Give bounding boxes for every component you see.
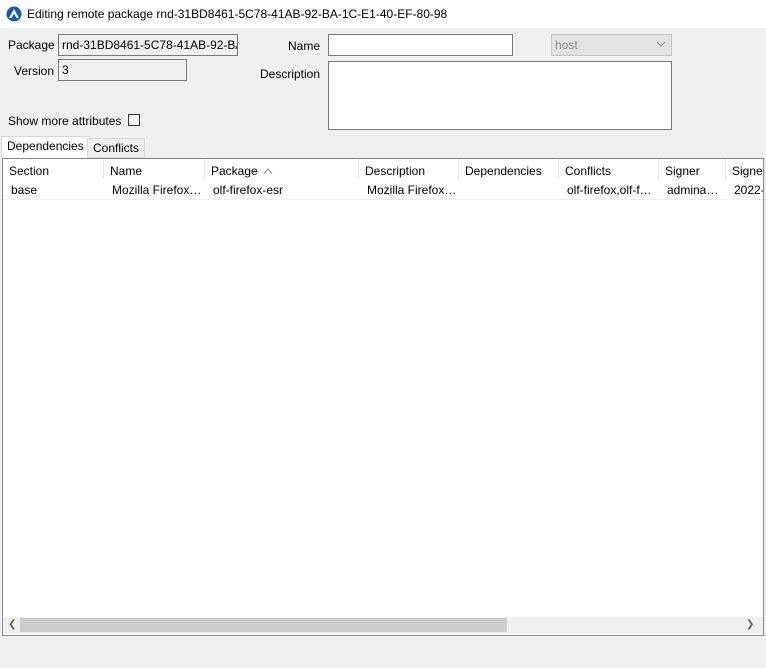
package-field[interactable]: rnd-31BD8461-5C78-41AB-92-BA (58, 34, 238, 56)
cell-description: Mozilla Firefox… (367, 183, 457, 197)
tab-conflicts[interactable]: Conflicts (87, 138, 146, 158)
scroll-left-icon[interactable]: ❮ (8, 619, 16, 630)
column-header-signed[interactable]: Signe (726, 159, 763, 179)
cell-name: Mozilla Firefox… (112, 183, 202, 197)
tab-dependencies-label: Dependencies (7, 139, 84, 153)
app-logo-icon (6, 6, 22, 22)
tab-dependencies[interactable]: Dependencies (1, 136, 90, 158)
description-label: Description (260, 67, 321, 81)
column-header-name[interactable]: Name (104, 159, 205, 179)
dependencies-table[interactable]: Section Name Package Description Depende… (2, 158, 764, 636)
version-field[interactable]: 3 (58, 59, 187, 81)
column-header-dependencies[interactable]: Dependencies (459, 159, 559, 179)
sort-ascending-icon (263, 168, 273, 174)
description-textarea[interactable] (328, 61, 672, 130)
column-header-package[interactable]: Package (205, 159, 359, 179)
cell-dependencies (459, 181, 559, 199)
column-header-signer[interactable]: Signer (659, 159, 726, 179)
version-label: Version (14, 64, 55, 78)
cell-signed: 2022- (734, 183, 763, 197)
column-header-section[interactable]: Section (3, 159, 104, 179)
chevron-down-icon (656, 41, 666, 47)
column-header-conflicts[interactable]: Conflicts (559, 159, 659, 179)
cell-section: base (11, 183, 38, 197)
row-divider (3, 199, 763, 200)
host-value: host (555, 38, 578, 52)
scrollbar-thumb[interactable] (20, 618, 507, 632)
show-more-label: Show more attributes (8, 114, 122, 128)
package-value: rnd-31BD8461-5C78-41AB-92-BA (62, 38, 238, 52)
package-label: Package (8, 38, 55, 52)
name-input[interactable] (328, 34, 513, 56)
scroll-right-icon[interactable]: ❯ (746, 619, 754, 630)
tab-conflicts-label: Conflicts (93, 141, 140, 155)
window-title: Editing remote package rnd-31BD8461-5C78… (27, 7, 448, 21)
name-label: Name (288, 39, 321, 53)
title-bar: Editing remote package rnd-31BD8461-5C78… (0, 0, 766, 28)
cell-conflicts: olf-firefox,olf-f… (567, 183, 652, 197)
host-select[interactable]: host (551, 34, 672, 56)
column-header-description[interactable]: Description (359, 159, 459, 179)
cell-signer: admina… (667, 183, 719, 197)
cell-package: olf-firefox-esr (213, 183, 284, 197)
show-more-checkbox[interactable] (128, 114, 140, 126)
version-value: 3 (62, 63, 69, 77)
